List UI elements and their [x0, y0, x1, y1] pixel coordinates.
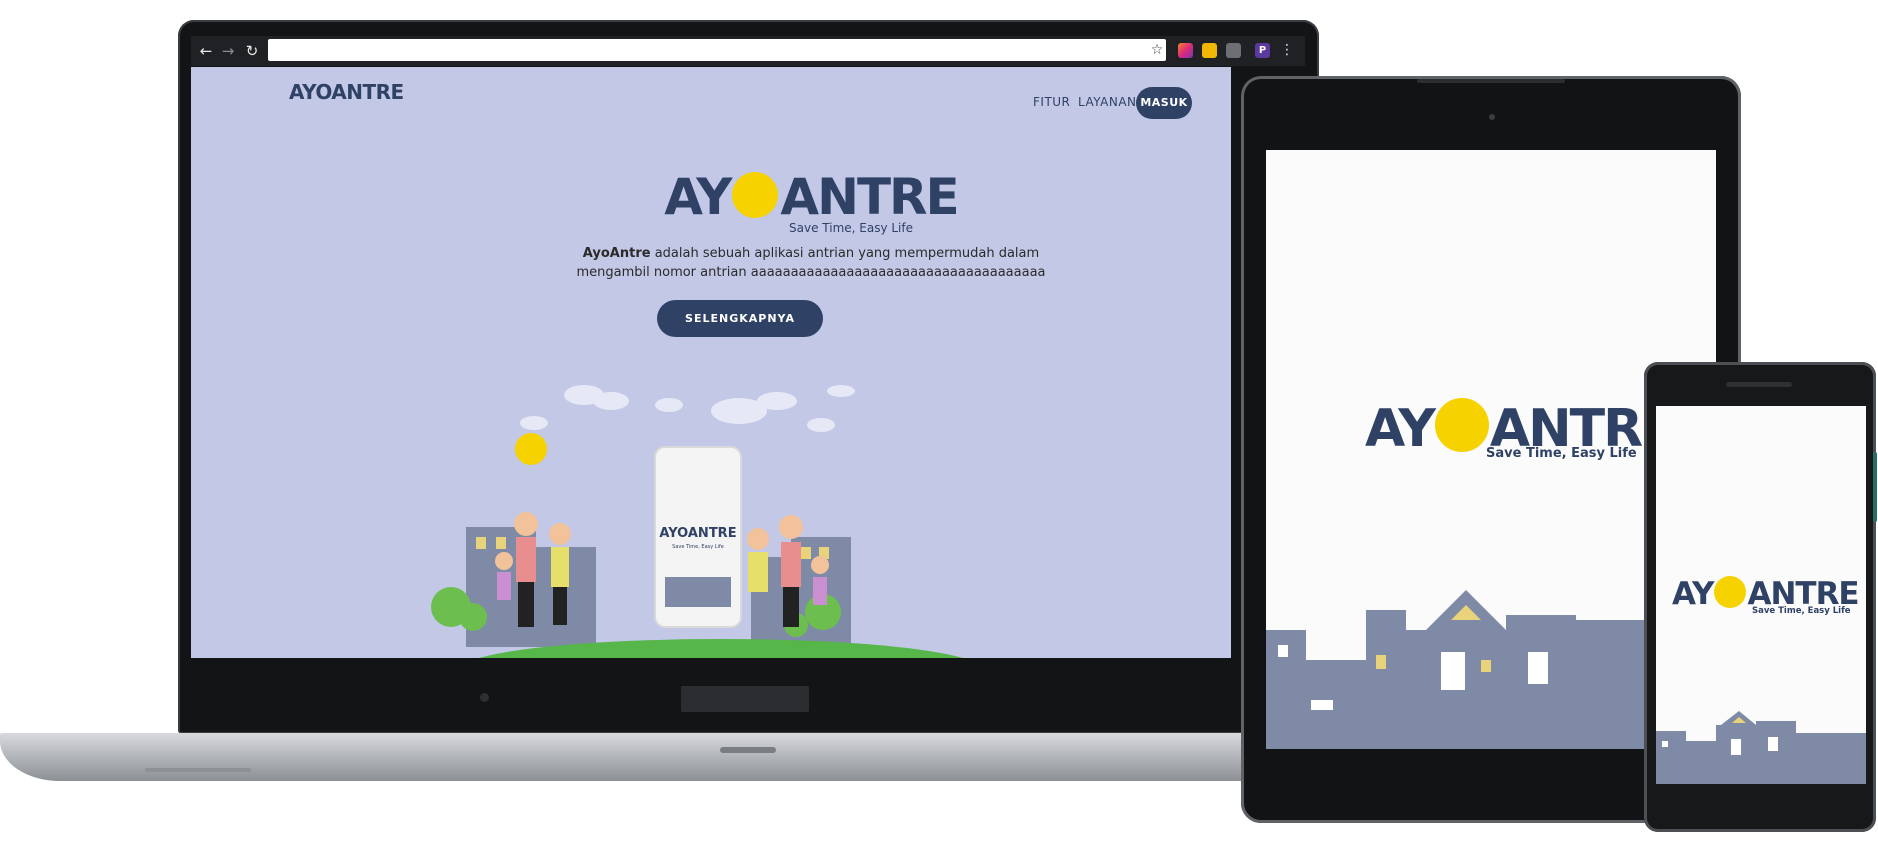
site-logo-text: AYOANTRE — [289, 80, 404, 104]
phone-speaker — [1726, 382, 1792, 387]
hero-logo: AY ANTRE — [631, 171, 991, 223]
gift-extension-icon[interactable] — [1202, 43, 1217, 58]
tablet-speaker — [1417, 79, 1565, 83]
browser-menu-icon[interactable]: ⋮ — [1280, 40, 1294, 60]
reload-icon[interactable]: ↻ — [242, 41, 262, 61]
lightbulb-hands-icon — [732, 172, 779, 218]
nav-layanan-link[interactable]: LAYANAN — [1078, 95, 1137, 109]
forward-icon[interactable]: → — [218, 41, 238, 61]
hero-description-line2: mengambil nomor antrian aaaaaaaaaaaaaaaa… — [576, 265, 1046, 280]
hero-tagline: Save Time, Easy Life — [789, 221, 913, 235]
tablet-lightbulb-icon — [1434, 398, 1489, 452]
tablet-logo-left: AY — [1365, 399, 1436, 459]
address-bar[interactable] — [268, 39, 1166, 61]
clouds — [520, 385, 855, 432]
hero-description-line1: adalah sebuah aplikasi antrian yang memp… — [650, 246, 1040, 261]
brand-name: AyoAntre — [582, 246, 651, 261]
login-button[interactable]: MASUK — [1136, 87, 1192, 119]
pdf-extension-icon[interactable] — [1226, 43, 1241, 58]
p-extension-icon[interactable]: P — [1255, 43, 1270, 58]
nav-fitur-link[interactable]: FITUR — [1033, 95, 1070, 109]
back-icon[interactable]: ← — [196, 41, 216, 61]
phone-lightbulb-icon — [1714, 576, 1747, 608]
hero-description: AyoAntre adalah sebuah aplikasi antrian … — [521, 244, 1101, 282]
tablet-tagline: Save Time, Easy Life — [1486, 446, 1637, 461]
phone-city-skyline — [1656, 711, 1866, 784]
phone-logo-left: AY — [1672, 576, 1714, 612]
instagram-extension-icon[interactable] — [1178, 43, 1193, 58]
bookmark-star-icon[interactable]: ☆ — [1148, 40, 1166, 60]
hero-logo-right: ANTRE — [780, 168, 959, 226]
laptop-base-notch — [720, 747, 776, 753]
tablet-camera — [1489, 114, 1495, 120]
site-logo[interactable]: AYOANTRE — [289, 80, 404, 104]
phone-side-button — [1873, 452, 1877, 522]
laptop-logo-plate — [681, 686, 809, 712]
illustration-phone-tagline: Save Time, Easy Life — [672, 544, 724, 550]
hero-logo-left: AY — [664, 168, 732, 226]
laptop-slot — [145, 768, 251, 772]
queue-phone: AYOANTRE Save Time, Easy Life — [654, 446, 742, 628]
laptop-base — [0, 733, 1300, 781]
selengkapnya-button[interactable]: SELENGKAPNYA — [657, 300, 823, 337]
sun-icon — [515, 433, 547, 465]
laptop-screen: AYOANTRE FITUR LAYANAN MASUK AY ANTRE Sav… — [191, 67, 1231, 658]
queue-illustration: AYOANTRE Save Time, Easy Life — [431, 385, 963, 658]
illustration-phone-logo: AYOANTRE — [659, 526, 736, 541]
phone-tagline: Save Time, Easy Life — [1752, 606, 1851, 616]
laptop-camera — [480, 693, 489, 702]
